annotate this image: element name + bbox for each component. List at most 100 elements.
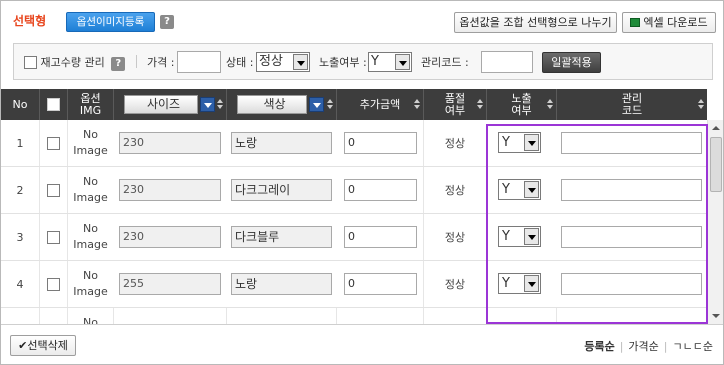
column-stock-status[interactable]: 품절 여부 <box>423 89 486 120</box>
option-image-cell[interactable]: No Image <box>67 167 113 213</box>
no-image-text: No Image <box>73 128 108 157</box>
table-row: 2 No Image 230 다크그레이 0 정상 Y <box>1 167 707 214</box>
chevron-down-icon <box>395 54 410 70</box>
exposure-row-select[interactable]: Y <box>498 179 541 200</box>
scroll-down-icon[interactable] <box>708 308 724 324</box>
exposure-label: 노출여부 : <box>319 56 367 69</box>
sort-icon[interactable] <box>698 99 704 110</box>
column-manage-code[interactable]: 관리 코드 <box>556 89 707 120</box>
row-checkbox[interactable] <box>47 277 60 291</box>
sort-register-link[interactable]: 등록순 <box>584 340 614 353</box>
price-input[interactable] <box>177 51 221 73</box>
manage-code-input[interactable] <box>561 179 702 201</box>
extra-price-input[interactable]: 0 <box>344 273 417 295</box>
row-checkbox-cell <box>39 261 67 307</box>
sort-icon[interactable] <box>217 99 223 110</box>
chevron-down-icon <box>524 275 539 292</box>
section-title: 선택형 <box>13 14 47 28</box>
scroll-up-icon[interactable] <box>708 120 724 136</box>
option-image-cell[interactable]: No Image <box>67 261 113 307</box>
sort-icon[interactable] <box>477 99 483 110</box>
split-options-button[interactable]: 옵션값을 조합 선택형으로 나누기 <box>454 12 617 33</box>
stock-status-text: 정상 <box>423 261 486 307</box>
row-number: 1 <box>16 136 24 150</box>
size-cell <box>113 308 226 324</box>
no-image-text: No Image <box>73 175 108 204</box>
chevron-down-icon <box>524 181 539 198</box>
stock-manage-label: 재고수량 관리 <box>40 56 105 69</box>
chevron-down-icon <box>524 134 539 151</box>
divider <box>136 55 137 68</box>
row-number: 3 <box>16 230 24 244</box>
stock-status-text: 정상 <box>423 214 486 260</box>
sort-alpha-link[interactable]: ㄱㄴㄷ순 <box>673 340 713 353</box>
code-label: 관리코드 : <box>421 56 469 69</box>
select-all-checkbox[interactable] <box>47 98 60 111</box>
sort-icon[interactable] <box>547 99 553 110</box>
row-checkbox[interactable] <box>47 230 60 244</box>
option-image-cell[interactable]: No Image <box>67 308 113 324</box>
stock-status-text: 정상 <box>423 167 486 213</box>
column-color[interactable]: 색상 <box>226 89 336 120</box>
exposure-select[interactable]: Y <box>368 52 412 72</box>
no-image-text: No Image <box>83 316 98 324</box>
row-number <box>1 308 39 324</box>
bulk-filter-bar: 재고수량 관리 ? 가격 : 상태 : 정상 노출여부 : Y 관리코드 : 일… <box>13 43 713 80</box>
chevron-down-icon <box>200 97 215 112</box>
help-icon[interactable]: ? <box>111 57 126 71</box>
code-input[interactable] <box>481 51 533 73</box>
table-row: No Image <box>1 308 707 324</box>
size-header-select[interactable]: 사이즈 <box>124 95 215 114</box>
sort-icon[interactable] <box>414 99 420 110</box>
row-number: 2 <box>16 183 24 197</box>
option-panel: 선택형 옵션이미지등록 ? 옵션값을 조합 선택형으로 나누기 엑셀 다운로드 … <box>0 0 724 365</box>
exposure-row-select[interactable]: Y <box>498 273 541 294</box>
color-field: 노랑 <box>231 273 332 295</box>
manage-code-input[interactable] <box>561 273 702 295</box>
divider: | <box>619 340 624 353</box>
column-exposure[interactable]: 노출 여부 <box>486 89 556 120</box>
row-checkbox[interactable] <box>47 183 60 197</box>
column-size[interactable]: 사이즈 <box>113 89 226 120</box>
row-checkbox-cell <box>39 120 67 166</box>
row-checkbox[interactable] <box>47 136 60 150</box>
color-header-select[interactable]: 색상 <box>237 95 324 114</box>
help-icon[interactable]: ? <box>160 15 174 29</box>
extra-price-input[interactable]: 0 <box>344 132 417 154</box>
no-image-text: No Image <box>73 222 108 251</box>
register-option-image-button[interactable]: 옵션이미지등록 <box>66 12 155 32</box>
row-number: 4 <box>16 277 24 291</box>
bulk-apply-button[interactable]: 일괄적용 <box>542 52 601 73</box>
option-image-cell[interactable]: No Image <box>67 120 113 166</box>
bottom-bar: ✔선택삭제 등록순 | 가격순 | ㄱㄴㄷ순 <box>1 324 723 364</box>
manage-code-input[interactable] <box>561 132 702 154</box>
top-bar: 선택형 옵션이미지등록 ? 옵션값을 조합 선택형으로 나누기 엑셀 다운로드 <box>1 1 723 37</box>
color-field: 다크블루 <box>231 226 332 248</box>
sort-icon[interactable] <box>327 99 333 110</box>
delete-selected-button[interactable]: ✔선택삭제 <box>10 335 76 356</box>
size-field: 230 <box>119 132 221 154</box>
table-scrollbar[interactable] <box>707 120 723 324</box>
table-row: 3 No Image 230 다크블루 0 정상 Y <box>1 214 707 261</box>
option-image-cell[interactable]: No Image <box>67 214 113 260</box>
column-extra-price[interactable]: 추가금액 <box>336 89 423 120</box>
sort-price-link[interactable]: 가격순 <box>628 340 658 353</box>
excel-icon <box>630 18 641 27</box>
delete-selected-label: 선택삭제 <box>27 339 68 352</box>
exposure-cell <box>486 308 556 324</box>
stock-manage-checkbox[interactable] <box>24 56 37 69</box>
extra-price-input[interactable]: 0 <box>344 226 417 248</box>
excel-download-button[interactable]: 엑셀 다운로드 <box>622 12 716 33</box>
scroll-thumb[interactable] <box>710 137 722 192</box>
exposure-row-select[interactable]: Y <box>498 132 541 153</box>
manage-code-input[interactable] <box>561 226 702 248</box>
size-field: 255 <box>119 273 221 295</box>
status-select[interactable]: 정상 <box>256 52 310 72</box>
no-image-text: No Image <box>73 269 108 298</box>
stock-manage-option: 재고수량 관리 ? <box>24 54 126 71</box>
status-label: 상태 : <box>226 56 254 69</box>
exposure-row-select[interactable]: Y <box>498 226 541 247</box>
column-select-all <box>39 89 67 120</box>
excel-download-label: 엑셀 다운로드 <box>643 16 708 29</box>
extra-price-input[interactable]: 0 <box>344 179 417 201</box>
